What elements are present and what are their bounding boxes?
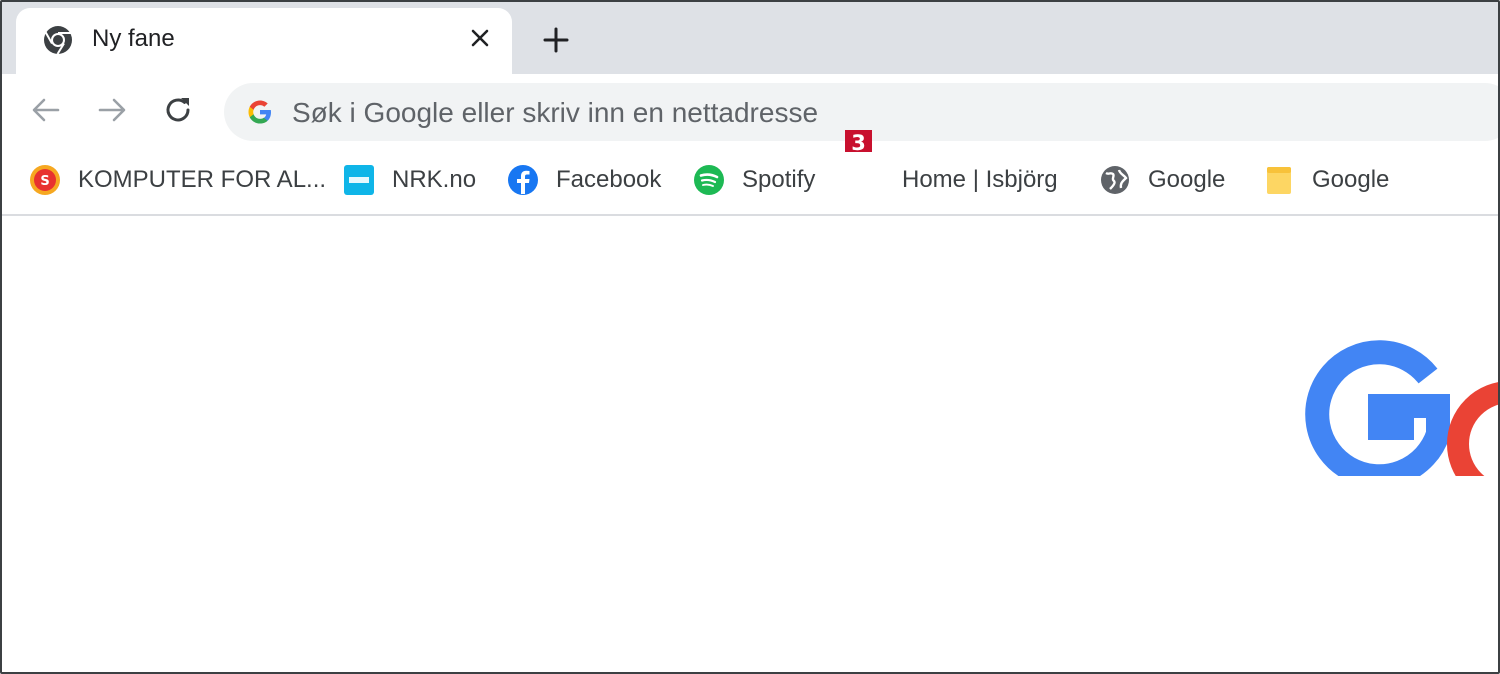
bookmark-label: Facebook bbox=[556, 166, 662, 193]
komputer-icon: S bbox=[30, 165, 60, 195]
bookmark-label: Home | Isbjörg bbox=[902, 166, 1058, 193]
google-g-icon bbox=[248, 100, 271, 124]
chrome-icon bbox=[44, 26, 72, 55]
folder-icon bbox=[1267, 167, 1291, 194]
browser-window: Ny fane Søk i Google eller skriv inn en … bbox=[0, 0, 1500, 674]
omnibox-placeholder: Søk i Google eller skriv inn en nettadre… bbox=[292, 97, 819, 128]
nrk-icon bbox=[344, 165, 374, 195]
back-button[interactable] bbox=[26, 90, 66, 130]
bookmark-label: Google bbox=[1148, 166, 1226, 193]
tab-strip: Ny fane bbox=[2, 2, 1498, 74]
tab-close-button[interactable] bbox=[462, 20, 498, 56]
new-tab-page bbox=[2, 218, 1498, 672]
facebook-icon bbox=[508, 165, 538, 195]
tab-title: Ny fane bbox=[92, 25, 175, 52]
bookmark-facebook[interactable]: Facebook bbox=[506, 160, 661, 200]
reload-button[interactable] bbox=[158, 90, 198, 130]
spotify-icon bbox=[694, 165, 724, 195]
plus-icon bbox=[543, 27, 569, 53]
forward-button[interactable] bbox=[92, 90, 132, 130]
bookmark-home-isbjorg[interactable]: Home | Isbjörg bbox=[902, 160, 1058, 200]
svg-text:S: S bbox=[40, 174, 49, 189]
bookmark-label: NRK.no bbox=[392, 166, 477, 193]
bookmark-google-folder[interactable]: Google bbox=[1262, 160, 1389, 200]
globe-icon bbox=[1101, 166, 1129, 194]
bookmark-label: KOMPUTER FOR AL... bbox=[78, 166, 327, 193]
tab-new-tab[interactable]: Ny fane bbox=[16, 8, 512, 74]
bookmark-komputer[interactable]: S KOMPUTER FOR AL... bbox=[28, 160, 326, 200]
arrow-left-icon bbox=[32, 98, 60, 122]
bookmark-label: Spotify bbox=[742, 166, 816, 193]
close-icon bbox=[471, 29, 489, 47]
bookmarks-bar: S KOMPUTER FOR AL... NRK.no Facebook Spo… bbox=[2, 152, 1498, 216]
new-tab-button[interactable] bbox=[536, 20, 576, 60]
google-logo bbox=[1305, 340, 1498, 476]
bookmark-nrk[interactable]: NRK.no bbox=[342, 160, 476, 200]
arrow-right-icon bbox=[98, 98, 126, 122]
toolbar: Søk i Google eller skriv inn en nettadre… bbox=[2, 74, 1498, 152]
reload-icon bbox=[166, 98, 190, 122]
bookmark-spotify[interactable]: Spotify bbox=[692, 160, 815, 200]
bookmark-google-globe[interactable]: Google bbox=[1098, 160, 1225, 200]
bookmark-label: Google bbox=[1312, 166, 1390, 193]
